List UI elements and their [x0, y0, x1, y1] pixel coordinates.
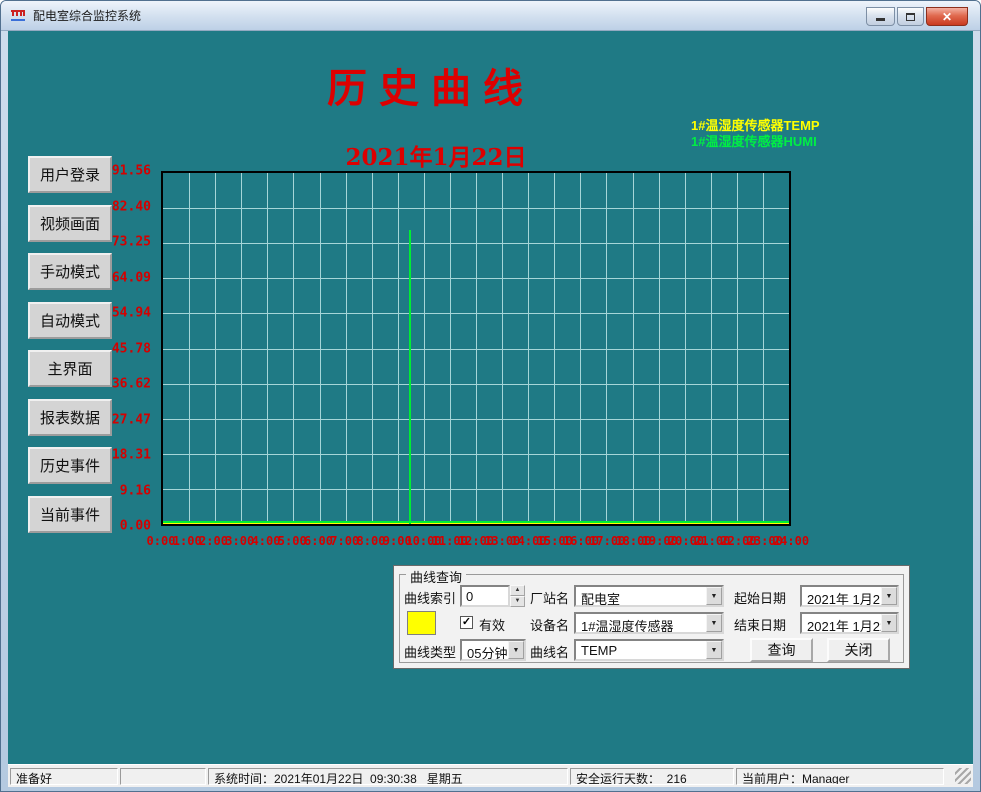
end-date-select[interactable]: 2021年 1月22日 ▼	[800, 612, 899, 634]
window-controls: ✕	[866, 7, 968, 26]
status-system-time: 系统时间：2021年01月22日 09:30:38 星期五	[208, 768, 568, 785]
history-chart	[161, 171, 791, 526]
dropdown-arrow-icon[interactable]: ▼	[881, 587, 897, 605]
y-axis-tick-label: 45.78	[112, 341, 151, 356]
x-axis-tick-label: 8:00	[357, 534, 386, 548]
device-select[interactable]: 1#温湿度传感器 ▼	[574, 612, 724, 634]
y-axis-tick-label: 64.09	[112, 270, 151, 285]
dropdown-arrow-icon[interactable]: ▼	[706, 614, 722, 632]
chart-date: 2021年1月22日	[291, 138, 581, 172]
y-axis-tick-label: 91.56	[112, 164, 151, 179]
valid-checkbox[interactable]: ✓	[460, 616, 473, 629]
spinner-down-icon[interactable]: ▼	[510, 596, 525, 607]
spinner-up-icon[interactable]: ▲	[510, 585, 525, 596]
curve-query-title: 曲线查询	[406, 567, 466, 586]
y-axis-tick-label: 27.47	[112, 412, 151, 427]
x-axis-tick-label: 7:00	[330, 534, 359, 548]
grid-line-horizontal	[163, 278, 789, 279]
chart-plot-area	[163, 173, 789, 524]
series-spike	[409, 230, 411, 524]
start-date-label: 起始日期	[734, 588, 786, 607]
station-label: 厂站名	[530, 588, 569, 607]
close-button[interactable]: ✕	[926, 7, 968, 26]
station-select[interactable]: 配电室 ▼	[574, 585, 724, 607]
y-axis-tick-label: 82.40	[112, 199, 151, 214]
device-label: 设备名	[530, 615, 569, 634]
grid-line-horizontal	[163, 489, 789, 490]
grid-line-horizontal	[163, 313, 789, 314]
titlebar: 配电室综合监控系统 ✕	[1, 1, 980, 31]
x-axis-tick-label: 1:00	[173, 534, 202, 548]
minimize-icon	[876, 18, 885, 21]
chart-legend: 1#温湿度传感器TEMP 1#温湿度传感器HUMI	[691, 118, 820, 150]
x-axis-tick-label: 5:00	[278, 534, 307, 548]
checkmark-icon: ✓	[462, 616, 471, 628]
grid-line-horizontal	[163, 419, 789, 420]
grid-line-horizontal	[163, 454, 789, 455]
dropdown-arrow-icon[interactable]: ▼	[706, 641, 722, 659]
y-axis-tick-label: 18.31	[112, 448, 151, 463]
dropdown-arrow-icon[interactable]: ▼	[881, 614, 897, 632]
status-current-user: 当前用户：Manager	[736, 768, 944, 785]
x-axis-tick-label: 4:00	[252, 534, 281, 548]
y-axis: 91.5682.4073.2564.0954.9445.7836.6227.47…	[1, 171, 157, 526]
app-icon	[11, 8, 27, 24]
series-baseline	[163, 521, 789, 523]
grid-line-horizontal	[163, 208, 789, 209]
grid-line-horizontal	[163, 243, 789, 244]
x-axis-tick-label: 6:00	[304, 534, 333, 548]
curve-index-spinner: ▲ ▼	[510, 585, 525, 607]
station-value: 配电室	[581, 592, 620, 607]
status-ready: 准备好	[10, 768, 118, 785]
curve-index-label: 曲线索引	[404, 588, 456, 607]
legend-item-humi: 1#温湿度传感器HUMI	[691, 134, 820, 150]
curve-name-value: TEMP	[581, 643, 617, 658]
maximize-icon	[906, 13, 915, 21]
y-axis-tick-label: 9.16	[120, 483, 151, 498]
curve-name-label: 曲线名	[530, 642, 569, 661]
grid-line-horizontal	[163, 349, 789, 350]
curve-name-select[interactable]: TEMP ▼	[574, 639, 724, 661]
close-panel-button[interactable]: 关闭	[827, 638, 890, 662]
y-axis-tick-label: 54.94	[112, 306, 151, 321]
status-empty	[120, 768, 206, 785]
resize-grip[interactable]	[955, 768, 971, 784]
start-date-select[interactable]: 2021年 1月21日 ▼	[800, 585, 899, 607]
end-date-label: 结束日期	[734, 615, 786, 634]
maximize-button[interactable]	[897, 7, 924, 26]
x-axis-tick-label: 3:00	[225, 534, 254, 548]
curve-type-value: 05分钟	[467, 646, 507, 661]
y-axis-tick-label: 36.62	[112, 377, 151, 392]
status-run-days: 安全运行天数： 216	[570, 768, 734, 785]
dropdown-arrow-icon[interactable]: ▼	[706, 587, 722, 605]
device-value: 1#温湿度传感器	[581, 619, 673, 634]
y-axis-tick-label: 73.25	[112, 235, 151, 250]
y-axis-tick-label: 0.00	[120, 519, 151, 534]
x-axis-tick-label: 2:00	[199, 534, 228, 548]
dropdown-arrow-icon[interactable]: ▼	[508, 641, 524, 659]
curve-query-panel: 曲线查询 曲线索引 0 ▲ ▼ 厂站名 配电室 ▼ 起始日期 2021年 1月2…	[394, 566, 909, 668]
curve-type-label: 曲线类型	[404, 642, 456, 661]
page-title: 历史曲线	[251, 56, 611, 114]
valid-label: 有效	[479, 615, 505, 634]
x-axis: 0:001:002:003:004:005:006:007:008:009:00…	[161, 534, 791, 550]
x-axis-tick-label: 0:00	[147, 534, 176, 548]
close-icon: ✕	[942, 10, 952, 24]
query-button[interactable]: 查询	[750, 638, 813, 662]
grid-line-horizontal	[163, 384, 789, 385]
window-title: 配电室综合监控系统	[33, 7, 141, 24]
legend-item-temp: 1#温湿度传感器TEMP	[691, 118, 820, 134]
curve-index-input[interactable]: 0	[460, 585, 510, 607]
x-axis-tick-label: 24:00	[773, 534, 809, 548]
minimize-button[interactable]	[866, 7, 895, 26]
statusbar: 准备好 系统时间：2021年01月22日 09:30:38 星期五 安全运行天数…	[8, 764, 973, 787]
curve-color-swatch[interactable]	[407, 611, 436, 635]
curve-type-select[interactable]: 05分钟 ▼	[460, 639, 526, 661]
app-window: 配电室综合监控系统 ✕ 历史曲线 2021年1月22日 1#温湿度传感器TEMP…	[0, 0, 981, 792]
